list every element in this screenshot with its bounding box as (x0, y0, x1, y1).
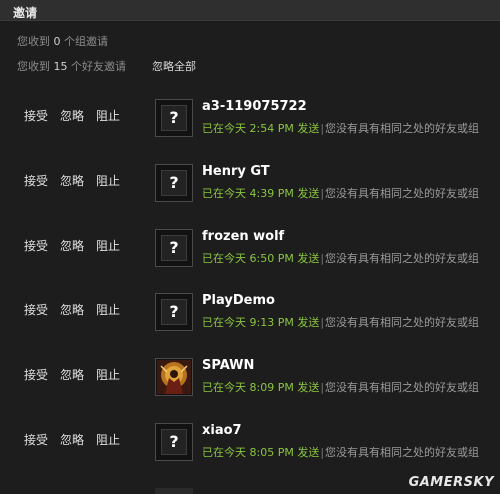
invite-meta: 已在今天 8:09 PM 发送|您没有具有相同之处的好友或组 (202, 381, 480, 394)
invite-time: 8:05 PM (249, 446, 294, 459)
accept-link[interactable]: 接受 (24, 366, 48, 383)
question-mark-icon: ? (161, 105, 187, 131)
ignore-link[interactable]: 忽略 (60, 172, 84, 189)
invite-sent-label: 发送 (297, 316, 320, 329)
spawn-avatar-image (157, 360, 191, 394)
invite-meta: 已在今天 8:05 PM 发送|您没有具有相同之处的好友或组 (202, 446, 480, 459)
invite-row: 接受 忽略 阻止 SPAWN 已在今天 8:09 PM 发送|您没有具有相同之处的好… (0, 358, 500, 414)
question-mark-icon: ? (161, 235, 187, 261)
invite-time: 2:54 PM (249, 122, 294, 135)
friend-name[interactable]: a3-119075722 (202, 99, 307, 114)
friend-invite-summary: 您收到 15 个好友邀请 (17, 58, 126, 74)
invite-meta: 已在今天 6:50 PM 发送|您没有具有相同之处的好友或组 (202, 252, 480, 265)
friend-summary-prefix: 您收到 (17, 60, 50, 73)
friend-name[interactable]: xiao7 (202, 423, 242, 438)
question-mark-icon: ? (161, 429, 187, 455)
ignore-all-link[interactable]: 忽略全部 (152, 58, 196, 74)
friend-summary-suffix: 个好友邀请 (71, 60, 126, 73)
section-title: 邀请 (13, 6, 38, 20)
invite-row: 接受 忽略 阻止 ? PlayDemo 已在今天 9:13 PM 发送|您没有具有相… (0, 293, 500, 349)
avatar[interactable] (155, 358, 193, 396)
common-friends-note: 您没有具有相同之处的好友或组 (325, 381, 480, 394)
friend-invite-count: 15 (53, 60, 68, 73)
avatar[interactable]: ? (155, 99, 193, 137)
invite-actions: 接受 忽略 阻止 (24, 237, 132, 254)
common-friends-note: 您没有具有相同之处的好友或组 (325, 446, 480, 459)
invite-time: 4:39 PM (249, 187, 294, 200)
accept-link[interactable]: 接受 (24, 431, 48, 448)
common-friends-note: 您没有具有相同之处的好友或组 (325, 122, 480, 135)
next-avatar-partial (155, 488, 193, 494)
invite-actions: 接受 忽略 阻止 (24, 107, 132, 124)
accept-link[interactable]: 接受 (24, 172, 48, 189)
invite-row: 接受 忽略 阻止 ? xiao7 已在今天 8:05 PM 发送|您没有具有相同之处… (0, 423, 500, 479)
invite-time: 8:09 PM (249, 381, 294, 394)
watermark: GAMERSKY (408, 475, 494, 490)
invite-actions: 接受 忽略 阻止 (24, 301, 132, 318)
block-link[interactable]: 阻止 (96, 301, 120, 318)
block-link[interactable]: 阻止 (96, 172, 120, 189)
invite-sent-label: 发送 (297, 252, 320, 265)
accept-link[interactable]: 接受 (24, 301, 48, 318)
block-link[interactable]: 阻止 (96, 237, 120, 254)
avatar[interactable]: ? (155, 293, 193, 331)
invite-sent-label: 发送 (297, 187, 320, 200)
friend-name[interactable]: Henry GT (202, 164, 270, 179)
invite-sent-label: 发送 (297, 122, 320, 135)
group-summary-suffix: 个组邀请 (64, 35, 108, 48)
friend-name[interactable]: SPAWN (202, 358, 254, 373)
group-summary-prefix: 您收到 (17, 35, 50, 48)
friend-name[interactable]: frozen wolf (202, 229, 284, 244)
section-header: 邀请 (0, 0, 500, 21)
common-friends-note: 您没有具有相同之处的好友或组 (325, 252, 480, 265)
invite-row: 接受 忽略 阻止 ? a3-119075722 已在今天 2:54 PM 发送|您没… (0, 99, 500, 155)
common-friends-note: 您没有具有相同之处的好友或组 (325, 187, 480, 200)
ignore-link[interactable]: 忽略 (60, 107, 84, 124)
avatar[interactable]: ? (155, 229, 193, 267)
question-mark-icon: ? (161, 170, 187, 196)
ignore-link[interactable]: 忽略 (60, 366, 84, 383)
invite-meta: 已在今天 4:39 PM 发送|您没有具有相同之处的好友或组 (202, 187, 480, 200)
question-mark-icon: ? (161, 299, 187, 325)
invite-actions: 接受 忽略 阻止 (24, 431, 132, 448)
group-invite-count: 0 (53, 35, 61, 48)
invite-row: 接受 忽略 阻止 ? Henry GT 已在今天 4:39 PM 发送|您没有具有相… (0, 164, 500, 220)
ignore-link[interactable]: 忽略 (60, 431, 84, 448)
invite-row: 接受 忽略 阻止 ? frozen wolf 已在今天 6:50 PM 发送|您没有… (0, 229, 500, 285)
invite-status: 已在今天 (202, 187, 246, 200)
invite-status: 已在今天 (202, 122, 246, 135)
invite-status: 已在今天 (202, 446, 246, 459)
invite-sent-label: 发送 (297, 446, 320, 459)
invite-sent-label: 发送 (297, 381, 320, 394)
invite-time: 6:50 PM (249, 252, 294, 265)
block-link[interactable]: 阻止 (96, 431, 120, 448)
invite-status: 已在今天 (202, 252, 246, 265)
group-invite-summary: 您收到 0 个组邀请 (17, 33, 108, 49)
accept-link[interactable]: 接受 (24, 107, 48, 124)
invite-actions: 接受 忽略 阻止 (24, 172, 132, 189)
avatar[interactable]: ? (155, 423, 193, 461)
accept-link[interactable]: 接受 (24, 237, 48, 254)
block-link[interactable]: 阻止 (96, 107, 120, 124)
invite-actions: 接受 忽略 阻止 (24, 366, 132, 383)
common-friends-note: 您没有具有相同之处的好友或组 (325, 316, 480, 329)
ignore-link[interactable]: 忽略 (60, 237, 84, 254)
block-link[interactable]: 阻止 (96, 366, 120, 383)
invite-meta: 已在今天 2:54 PM 发送|您没有具有相同之处的好友或组 (202, 122, 480, 135)
invite-status: 已在今天 (202, 381, 246, 394)
friend-name[interactable]: PlayDemo (202, 293, 275, 308)
invite-time: 9:13 PM (249, 316, 294, 329)
ignore-link[interactable]: 忽略 (60, 301, 84, 318)
avatar[interactable]: ? (155, 164, 193, 202)
invite-meta: 已在今天 9:13 PM 发送|您没有具有相同之处的好友或组 (202, 316, 480, 329)
invite-status: 已在今天 (202, 316, 246, 329)
